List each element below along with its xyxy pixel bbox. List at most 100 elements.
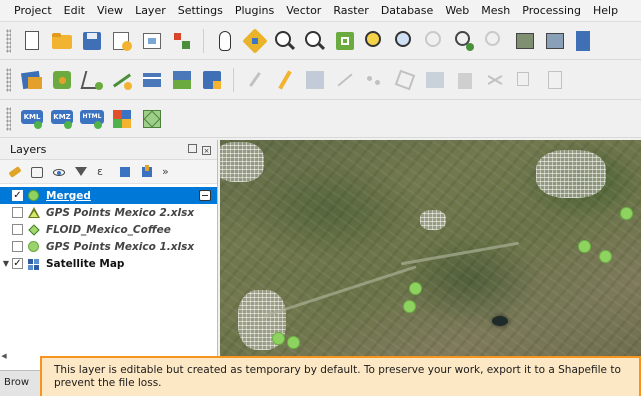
gps-point-marker[interactable] — [272, 332, 285, 345]
raster-export-icon[interactable] — [110, 107, 134, 131]
save-layer-edits-icon[interactable] — [303, 68, 327, 92]
toolbar-grip[interactable] — [6, 28, 11, 53]
scroll-left-arrow-icon[interactable]: ◀ — [0, 348, 8, 364]
satellite-export-icon[interactable] — [140, 107, 164, 131]
cut-features-icon[interactable] — [483, 68, 507, 92]
layer-visibility-checkbox[interactable] — [12, 241, 23, 252]
zoom-out-icon[interactable] — [303, 29, 327, 53]
expand-arrow-icon[interactable]: ▼ — [0, 259, 12, 268]
editable-layer-icon[interactable] — [199, 190, 211, 201]
add-polygon-feature-icon[interactable] — [393, 68, 417, 92]
menu-mesh[interactable]: Mesh — [475, 4, 516, 17]
kmz-export-button[interactable]: KMZ — [50, 107, 74, 131]
digitize-line-icon[interactable] — [110, 68, 134, 92]
layer-tree: ✓ Merged GPS Points Mexico 2.xlsx FLOID_… — [0, 184, 217, 272]
gps-point-marker[interactable] — [409, 282, 422, 295]
zoom-to-selection-icon[interactable] — [363, 29, 387, 53]
collapse-all-icon[interactable] — [140, 164, 154, 179]
digitizing-toolbar — [0, 60, 641, 100]
menu-plugins[interactable]: Plugins — [229, 4, 280, 17]
menu-layer[interactable]: Layer — [129, 4, 172, 17]
menu-edit[interactable]: Edit — [58, 4, 91, 17]
pan-to-selection-icon[interactable] — [242, 27, 268, 54]
toggle-editing-icon[interactable] — [140, 68, 164, 92]
processing-grid-icon[interactable] — [170, 68, 194, 92]
pencil-icon[interactable] — [273, 68, 297, 92]
zoom-to-layer-icon[interactable] — [393, 29, 417, 53]
zoom-full-icon[interactable] — [333, 29, 357, 53]
layer-visibility-checkbox[interactable] — [12, 207, 23, 218]
layer-row-merged[interactable]: ✓ Merged — [0, 187, 217, 204]
layout-manager-icon[interactable] — [140, 29, 164, 53]
new-map-view-icon[interactable] — [513, 29, 537, 53]
save-project-icon[interactable] — [80, 29, 104, 53]
filter-expression-icon[interactable]: ε — [96, 165, 110, 179]
menu-processing[interactable]: Processing — [516, 4, 587, 17]
new-print-layout-icon[interactable] — [110, 29, 134, 53]
menu-project[interactable]: Project — [8, 4, 58, 17]
new-bookmark-icon[interactable] — [543, 29, 567, 53]
more-tools-icon[interactable]: » — [162, 165, 169, 178]
show-bookmarks-icon[interactable] — [573, 29, 597, 53]
expand-all-icon[interactable] — [118, 165, 132, 179]
layer-properties-icon[interactable] — [50, 68, 74, 92]
menu-database[interactable]: Database — [375, 4, 440, 17]
browser-panel-tab[interactable]: Brow — [0, 370, 40, 396]
layer-name: GPS Points Mexico 1.xlsx — [46, 240, 195, 253]
add-line-feature-icon[interactable] — [333, 68, 357, 92]
gps-point-marker[interactable] — [599, 250, 612, 263]
toolbar-grip[interactable] — [6, 106, 11, 131]
filter-legend-icon[interactable] — [74, 165, 88, 179]
layer-row-gps-points-2[interactable]: GPS Points Mexico 2.xlsx — [0, 204, 217, 221]
map-canvas[interactable] — [220, 140, 641, 356]
layer-row-gps-points-1[interactable]: GPS Points Mexico 1.xlsx — [0, 238, 217, 255]
triangle-symbol-icon — [28, 206, 40, 219]
delete-selected-icon[interactable] — [453, 68, 477, 92]
circle-symbol-icon — [28, 189, 40, 202]
vertex-tool-icon[interactable] — [80, 68, 104, 92]
layer-visibility-checkbox[interactable]: ✓ — [12, 258, 23, 269]
layer-visibility-checkbox[interactable] — [12, 224, 23, 235]
toolbar-grip[interactable] — [6, 67, 11, 92]
zoom-last-icon[interactable] — [453, 29, 477, 53]
layer-row-floid-mexico-coffee[interactable]: FLOID_Mexico_Coffee — [0, 221, 217, 238]
add-group-icon[interactable] — [30, 165, 44, 179]
data-source-manager-icon[interactable] — [20, 68, 44, 92]
menu-view[interactable]: View — [91, 4, 129, 17]
gps-point-marker[interactable] — [578, 240, 591, 253]
digitize-polyline-icon[interactable] — [243, 68, 267, 92]
kml-export-button[interactable]: KML — [20, 107, 44, 131]
save-edits-icon[interactable] — [200, 68, 224, 92]
pan-map-icon[interactable] — [213, 29, 237, 53]
zoom-next-icon[interactable] — [483, 29, 507, 53]
paste-features-icon[interactable] — [543, 68, 567, 92]
gps-point-marker[interactable] — [620, 207, 633, 220]
raster-layer-icon — [28, 258, 40, 270]
float-panel-icon[interactable] — [187, 144, 197, 153]
open-project-icon[interactable] — [50, 29, 74, 53]
style-panel-icon[interactable] — [8, 165, 22, 179]
toolbar-separator — [203, 28, 204, 53]
gps-point-marker[interactable] — [403, 300, 416, 313]
layer-visibility-checkbox[interactable]: ✓ — [12, 190, 23, 201]
layer-row-satellite-map[interactable]: ▼ ✓ Satellite Map — [0, 255, 217, 272]
close-panel-icon[interactable]: × — [202, 146, 211, 155]
menu-help[interactable]: Help — [587, 4, 624, 17]
zoom-native-icon[interactable] — [423, 29, 447, 53]
layer-name: GPS Points Mexico 2.xlsx — [46, 206, 195, 219]
menu-raster[interactable]: Raster — [327, 4, 374, 17]
modify-attributes-icon[interactable] — [423, 68, 447, 92]
diamond-symbol-icon — [28, 223, 40, 236]
html-export-button[interactable]: HTML — [80, 107, 104, 131]
zoom-in-icon[interactable] — [273, 29, 297, 53]
town-area — [536, 150, 606, 198]
new-project-icon[interactable] — [20, 29, 44, 53]
gps-point-marker[interactable] — [287, 336, 300, 349]
manage-visibility-icon[interactable] — [52, 165, 66, 179]
menu-settings[interactable]: Settings — [172, 4, 229, 17]
menu-vector[interactable]: Vector — [280, 4, 327, 17]
copy-features-icon[interactable] — [513, 68, 537, 92]
style-manager-icon[interactable] — [170, 29, 194, 53]
add-point-feature-icon[interactable] — [363, 68, 387, 92]
menu-web[interactable]: Web — [439, 4, 475, 17]
